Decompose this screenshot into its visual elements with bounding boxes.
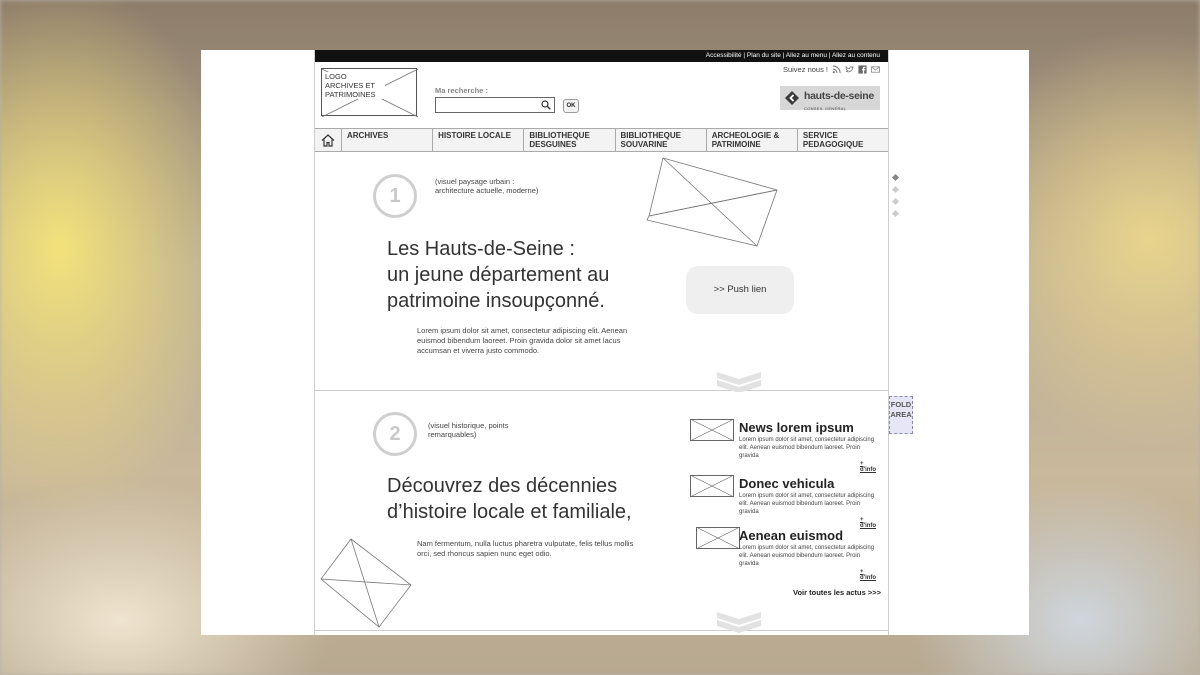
hauts-de-seine-logo-icon — [785, 91, 799, 105]
social-follow: Suivez nous ! — [783, 65, 880, 74]
fold-area-marker: FOLD AREA — [889, 396, 913, 434]
twitter-icon[interactable] — [845, 65, 854, 74]
facebook-icon[interactable] — [858, 65, 867, 74]
nav-item-archeologie-patrimoine[interactable]: ARCHEOLOGIE & PATRIMOINE — [707, 129, 798, 151]
link-allez-au-menu[interactable]: Allez au menu — [786, 52, 827, 59]
step-number-1: 1 — [373, 174, 417, 218]
nav-item-bibliotheque-desguines[interactable]: BIBLIOTHEQUE DESGUINES — [524, 129, 616, 151]
section-2-headline: Découvrez des décennies d’histoire local… — [387, 475, 632, 523]
section-1: 1 (visuel paysage urbain : architecture … — [315, 152, 888, 392]
see-all-news-link[interactable]: Voir toutes les actus >>> — [793, 588, 881, 597]
rss-icon[interactable] — [832, 65, 841, 74]
section-1-headline: Les Hauts-de-Seine : un jeune départemen… — [387, 238, 610, 312]
mail-icon[interactable] — [871, 65, 880, 74]
scroll-down-chevron-icon[interactable] — [715, 372, 763, 392]
news-text: Lorem ipsum dolor sit amet, consectetur … — [739, 545, 875, 567]
nav-item-histoire-locale[interactable]: HISTOIRE LOCALE — [433, 129, 525, 151]
news-thumbnail-icon — [696, 527, 740, 549]
brand-name: hauts-de-seine — [804, 89, 874, 102]
nav-home[interactable] — [315, 129, 342, 151]
push-link-button[interactable]: >> Push lien — [686, 266, 794, 314]
news-title[interactable]: Donec vehicula — [739, 476, 834, 491]
nav-item-service-pedagogique[interactable]: SERVICE PEDAGOGIQUE — [798, 129, 888, 151]
site-header: LOGO ARCHIVES ET PATRIMOINES Ma recherch… — [315, 62, 888, 128]
news-title[interactable]: News lorem ipsum — [739, 420, 854, 435]
more-info-link[interactable]: + d'info — [860, 517, 876, 529]
home-icon — [321, 133, 335, 147]
news-title[interactable]: Aenean euismod — [739, 528, 843, 543]
section-2-body: Nam fermentum, nulla luctus pharetra vul… — [417, 539, 634, 558]
visual-caption: (visuel historique, points remarquables) — [428, 421, 509, 439]
news-text: Lorem ipsum dolor sit amet, consectetur … — [739, 437, 875, 459]
search-label: Ma recherche : — [435, 86, 488, 95]
wireframe-page: Accessibilité | Plan du site | Allez au … — [314, 50, 889, 635]
search-icon[interactable] — [541, 100, 551, 110]
link-plan-du-site[interactable]: Plan du site — [747, 52, 781, 59]
scroll-down-chevron-icon[interactable] — [715, 612, 763, 634]
step-number-2: 2 — [373, 412, 417, 456]
search-submit-button[interactable]: OK — [563, 99, 579, 113]
more-info-link[interactable]: + d'info — [860, 569, 876, 581]
section-2: 2 (visuel historique, points remarquable… — [315, 391, 888, 631]
image-placeholder-icon — [646, 157, 778, 247]
news-thumbnail-icon — [690, 475, 734, 497]
news-text: Lorem ipsum dolor sit amet, consectetur … — [739, 493, 875, 515]
partner-logo[interactable]: hauts-de-seine CONSEIL GÉNÉRAL — [780, 86, 880, 111]
visual-caption: (visuel paysage urbain : architecture ac… — [435, 177, 539, 195]
main-nav: ARCHIVES HISTOIRE LOCALE BIBLIOTHEQUE DE… — [315, 128, 888, 152]
image-placeholder-icon — [320, 538, 412, 628]
brand-subtitle: CONSEIL GÉNÉRAL — [804, 105, 847, 111]
search-input[interactable] — [435, 97, 555, 113]
link-allez-au-contenu[interactable]: Allez au contenu — [832, 52, 880, 59]
nav-item-bibliotheque-souvarine[interactable]: BIBLIOTHEQUE SOUVARINE — [616, 129, 707, 151]
news-thumbnail-icon — [690, 419, 734, 441]
link-accessibilite[interactable]: Accessibilité — [706, 52, 742, 59]
logo-label: LOGO ARCHIVES ET PATRIMOINES — [325, 72, 385, 99]
utility-bar: Accessibilité | Plan du site | Allez au … — [315, 50, 888, 62]
site-logo[interactable]: LOGO ARCHIVES ET PATRIMOINES — [321, 68, 418, 117]
nav-item-archives[interactable]: ARCHIVES — [342, 129, 434, 151]
more-info-link[interactable]: + d'info — [860, 461, 876, 473]
follow-label: Suivez nous ! — [782, 65, 828, 74]
section-1-body: Lorem ipsum dolor sit amet, consectetur … — [417, 326, 628, 355]
